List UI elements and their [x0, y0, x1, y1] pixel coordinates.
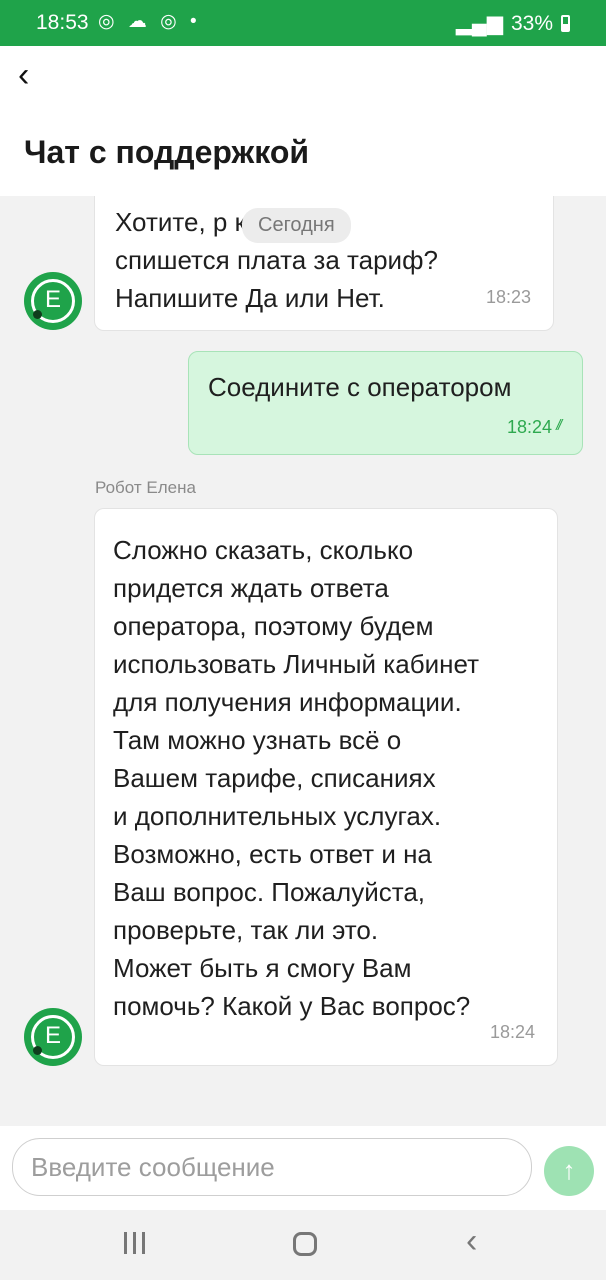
signal-icon: ▂▄▆: [455, 12, 503, 35]
date-chip: Сегодня: [242, 208, 351, 243]
system-nav-bar: ‹: [0, 1210, 606, 1280]
battery-percent: 33%: [510, 11, 553, 35]
message-meta: 18:24 //: [506, 417, 564, 438]
message-input[interactable]: [12, 1138, 532, 1196]
message-time: 18:24: [506, 417, 552, 437]
outgoing-message: Соедините с оператором 18:24 //: [188, 351, 583, 455]
chevron-left-icon: ‹: [18, 56, 30, 94]
sender-name: Робот Елена: [95, 478, 196, 497]
message-list[interactable]: Хотите, р когда спишется плата за тариф?…: [0, 196, 606, 1126]
battery-icon: [561, 15, 570, 32]
send-button[interactable]: ↑: [544, 1146, 594, 1196]
status-bar: 18:53 ◎ ☁ ◎ • ▂▄▆ 33%: [0, 0, 606, 46]
avatar-letter: E: [44, 1022, 61, 1049]
avatar: E: [24, 272, 82, 330]
avatar-dot: [33, 1046, 42, 1055]
system-back-button[interactable]: ‹: [466, 1224, 477, 1258]
status-right: ▂▄▆ 33%: [456, 11, 570, 36]
message-text: Соедините с оператором: [208, 372, 512, 402]
home-button[interactable]: [293, 1232, 317, 1256]
avatar: E: [24, 1008, 82, 1066]
message-time: 18:24: [489, 1022, 535, 1042]
message-time: 18:23: [485, 287, 531, 307]
message-text: Сложно сказать, сколько придется ждать о…: [113, 535, 479, 1021]
arrow-up-icon: ↑: [562, 1155, 576, 1185]
chat-header: ‹ Чат с поддержкой: [0, 46, 606, 196]
page-title: Чат с поддержкой: [24, 134, 310, 170]
avatar-letter: E: [44, 286, 61, 313]
status-time: 18:53: [36, 11, 89, 34]
recent-apps-button[interactable]: [124, 1232, 145, 1254]
composer: ↑: [0, 1126, 606, 1210]
back-button[interactable]: ‹: [18, 58, 48, 92]
notification-icons: ◎ ☁ ◎ •: [98, 11, 201, 32]
incoming-message: Сложно сказать, сколько придется ждать о…: [94, 508, 558, 1066]
avatar-dot: [33, 310, 42, 319]
